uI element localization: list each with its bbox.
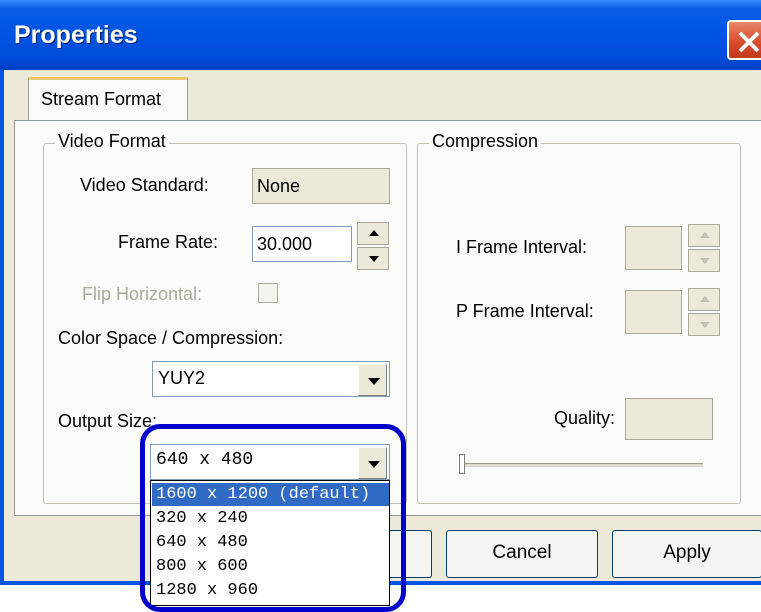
output-size-label: Output Size:: [58, 411, 158, 431]
video-standard-value: None: [257, 176, 301, 196]
arrow-down-icon: [369, 256, 379, 262]
color-space-dropdown-button[interactable]: [358, 364, 387, 396]
window-frame-left: [0, 70, 4, 585]
chevron-down-icon: [368, 378, 380, 385]
frame-rate-down-button[interactable]: [357, 247, 389, 270]
color-space-label: Color Space / Compression:: [58, 328, 284, 348]
frame-rate-input[interactable]: 30.000: [252, 226, 352, 262]
tab-label: Stream Format: [41, 89, 162, 109]
compression-group-label: Compression: [429, 131, 542, 152]
i-frame-down-button: [688, 249, 720, 272]
arrow-down-icon: [700, 258, 710, 264]
arrow-up-icon: [700, 232, 710, 238]
p-frame-down-button: [688, 313, 720, 336]
quality-slider-track[interactable]: [460, 463, 703, 468]
i-frame-interval-spinner: [688, 224, 720, 272]
flip-horizontal-label: Flip Horizontal:: [82, 284, 203, 304]
arrow-up-icon: [700, 296, 710, 302]
cancel-button[interactable]: Cancel: [446, 530, 598, 578]
p-frame-up-button: [688, 288, 720, 311]
i-frame-up-button: [688, 224, 720, 247]
color-space-select[interactable]: YUY2: [152, 361, 390, 397]
i-frame-interval-field: [625, 226, 682, 270]
i-frame-interval-label: I Frame Interval:: [456, 237, 588, 257]
frame-rate-spinner[interactable]: [357, 222, 389, 270]
frame-rate-value: 30.000: [257, 234, 313, 254]
arrow-up-icon: [369, 230, 379, 236]
window-title: Properties: [14, 21, 138, 49]
close-icon: [738, 31, 760, 53]
frame-rate-label: Frame Rate:: [118, 232, 219, 252]
video-standard-field: None: [252, 168, 390, 204]
quality-field: [625, 398, 713, 440]
quality-slider-thumb[interactable]: [459, 454, 465, 474]
p-frame-interval-spinner: [688, 288, 720, 336]
arrow-down-icon: [700, 322, 710, 328]
p-frame-interval-field: [625, 290, 682, 334]
video-format-group-label: Video Format: [55, 131, 169, 152]
close-button[interactable]: [727, 20, 761, 60]
title-bar: Properties: [0, 0, 761, 70]
apply-button[interactable]: Apply: [612, 530, 761, 578]
tab-stream-format[interactable]: Stream Format: [28, 77, 188, 122]
p-frame-interval-label: P Frame Interval:: [456, 301, 594, 321]
frame-rate-up-button[interactable]: [357, 222, 389, 245]
color-space-value: YUY2: [158, 368, 206, 388]
highlight-annotation: [140, 424, 406, 612]
quality-label: Quality:: [554, 408, 616, 428]
flip-horizontal-checkbox[interactable]: [258, 283, 278, 303]
video-standard-label: Video Standard:: [80, 175, 209, 195]
